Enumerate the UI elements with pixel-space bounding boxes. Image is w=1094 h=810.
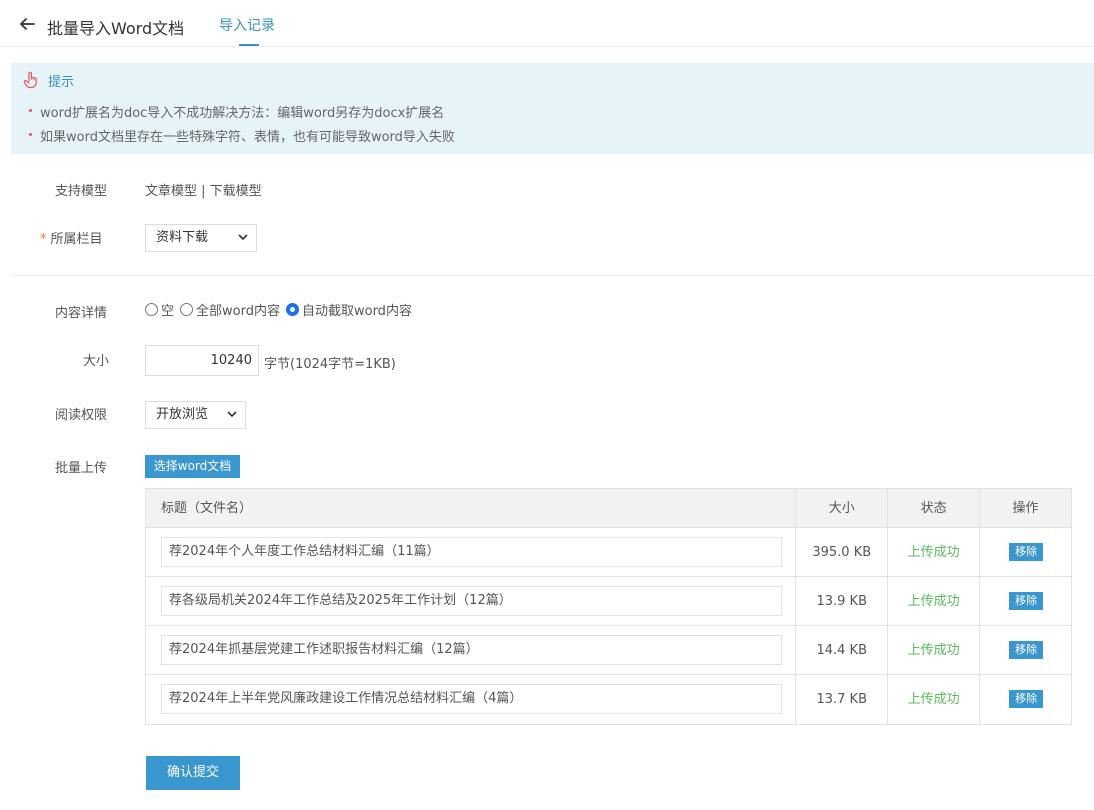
header-size: 大小 [795, 489, 887, 527]
remove-button[interactable]: 移除 [1009, 543, 1044, 561]
remove-button[interactable]: 移除 [1009, 641, 1044, 659]
category-label: * 所属栏目 [40, 228, 103, 247]
upload-label: 批量上传 [55, 461, 108, 476]
radio-dot[interactable] [145, 302, 158, 316]
page-title: 批量导入Word文档 [47, 19, 185, 38]
size-unit: 字节(1024字节=1KB) [264, 357, 396, 372]
content-radio-group: 空 全部word内容 自动截取word内容 [145, 300, 418, 319]
action-cell: 移除 [979, 675, 1071, 724]
chevron-down-icon [238, 234, 248, 241]
radio-dot[interactable] [180, 302, 194, 316]
action-cell: 移除 [979, 577, 1071, 625]
content-label: 内容详情 [55, 306, 108, 321]
radio-empty[interactable]: 空 [145, 300, 174, 319]
remove-button[interactable]: 移除 [1009, 690, 1044, 708]
category-select[interactable]: 资料下载 [145, 224, 257, 252]
model-label: 支持模型 [55, 184, 108, 199]
submit-button[interactable]: 确认提交 [146, 756, 240, 790]
permission-select[interactable]: 开放浏览 [145, 401, 246, 429]
title-cell: 荐2024年个人年度工作总结材料汇编（11篇） [146, 528, 795, 576]
radio-auto-extract[interactable]: 自动截取word内容 [285, 300, 412, 319]
size-cell: 14.4 KB [795, 626, 887, 674]
title-input[interactable]: 荐2024年抓基层党建工作述职报告材料汇编（12篇） [161, 635, 782, 665]
radio-label: 自动截取word内容 [301, 303, 412, 319]
status-cell: 上传成功 [887, 675, 979, 724]
tab-import-records[interactable]: 导入记录 [219, 15, 275, 35]
title-input[interactable]: 荐2024年上半年党风廉政建设工作情况总结材料汇编（4篇） [161, 684, 782, 714]
permission-select-value: 开放浏览 [156, 407, 209, 422]
header-title: 标题（文件名） [161, 501, 253, 516]
status-cell: 上传成功 [887, 528, 979, 576]
tab-active-indicator [239, 44, 259, 46]
header-bar: 批量导入Word文档 导入记录 [0, 0, 1094, 47]
table-row: 荐2024年上半年党风廉政建设工作情况总结材料汇编（4篇） 13.7 KB 上传… [146, 675, 1071, 724]
model-value: 文章模型 | 下载模型 [145, 184, 262, 199]
tip-title: 提示 [48, 75, 75, 90]
status-cell: 上传成功 [887, 577, 979, 625]
table-row: 荐2024年个人年度工作总结材料汇编（11篇） 395.0 KB 上传成功 移除 [146, 528, 1071, 577]
radio-label: 空 [161, 303, 175, 319]
required-mark: * [40, 232, 47, 247]
chevron-down-icon [227, 411, 237, 418]
size-label: 大小 [83, 354, 110, 369]
radio-all-word[interactable]: 全部word内容 [180, 300, 280, 319]
title-input[interactable]: 荐各级局机关2024年工作总结及2025年工作计划（12篇） [161, 586, 782, 616]
tip-panel: 提示 word扩展名为doc导入不成功解决方法：编辑word另存为docx扩展名… [11, 63, 1094, 154]
header-action: 操作 [979, 489, 1071, 527]
title-cell: 荐2024年抓基层党建工作述职报告材料汇编（12篇） [146, 626, 795, 674]
remove-button[interactable]: 移除 [1009, 592, 1044, 610]
size-cell: 13.7 KB [795, 675, 887, 724]
arrow-left-icon[interactable] [17, 14, 37, 34]
size-cell: 13.9 KB [795, 577, 887, 625]
category-label-text: 所属栏目 [50, 232, 103, 247]
table-row: 荐各级局机关2024年工作总结及2025年工作计划（12篇） 13.9 KB 上… [146, 577, 1071, 626]
table-row: 荐2024年抓基层党建工作述职报告材料汇编（12篇） 14.4 KB 上传成功 … [146, 626, 1071, 675]
size-cell: 395.0 KB [795, 528, 887, 576]
header-status: 状态 [887, 489, 979, 527]
radio-dot[interactable] [285, 302, 299, 316]
upload-table: 标题（文件名） 大小 状态 操作 荐2024年个人年度工作总结材料汇编（11篇）… [145, 488, 1072, 725]
radio-label: 全部word内容 [196, 303, 280, 319]
title-input[interactable]: 荐2024年个人年度工作总结材料汇编（11篇） [161, 537, 782, 567]
action-cell: 移除 [979, 626, 1071, 674]
title-cell: 荐各级局机关2024年工作总结及2025年工作计划（12篇） [146, 577, 795, 625]
table-header: 标题（文件名） 大小 状态 操作 [146, 489, 1071, 528]
permission-label: 阅读权限 [55, 408, 108, 423]
title-cell: 荐2024年上半年党风廉政建设工作情况总结材料汇编（4篇） [146, 675, 795, 724]
tip-line: word扩展名为doc导入不成功解决方法：编辑word另存为docx扩展名 [28, 102, 444, 121]
hand-pointer-icon [23, 71, 37, 89]
status-cell: 上传成功 [887, 626, 979, 674]
size-input[interactable]: 10240 [145, 345, 259, 376]
category-select-value: 资料下载 [156, 230, 209, 245]
action-cell: 移除 [979, 528, 1071, 576]
choose-word-button[interactable]: 选择word文档 [145, 455, 240, 478]
section-divider [11, 275, 1094, 276]
tip-line: 如果word文档里存在一些特殊字符、表情，也有可能导致word导入失败 [29, 126, 455, 145]
